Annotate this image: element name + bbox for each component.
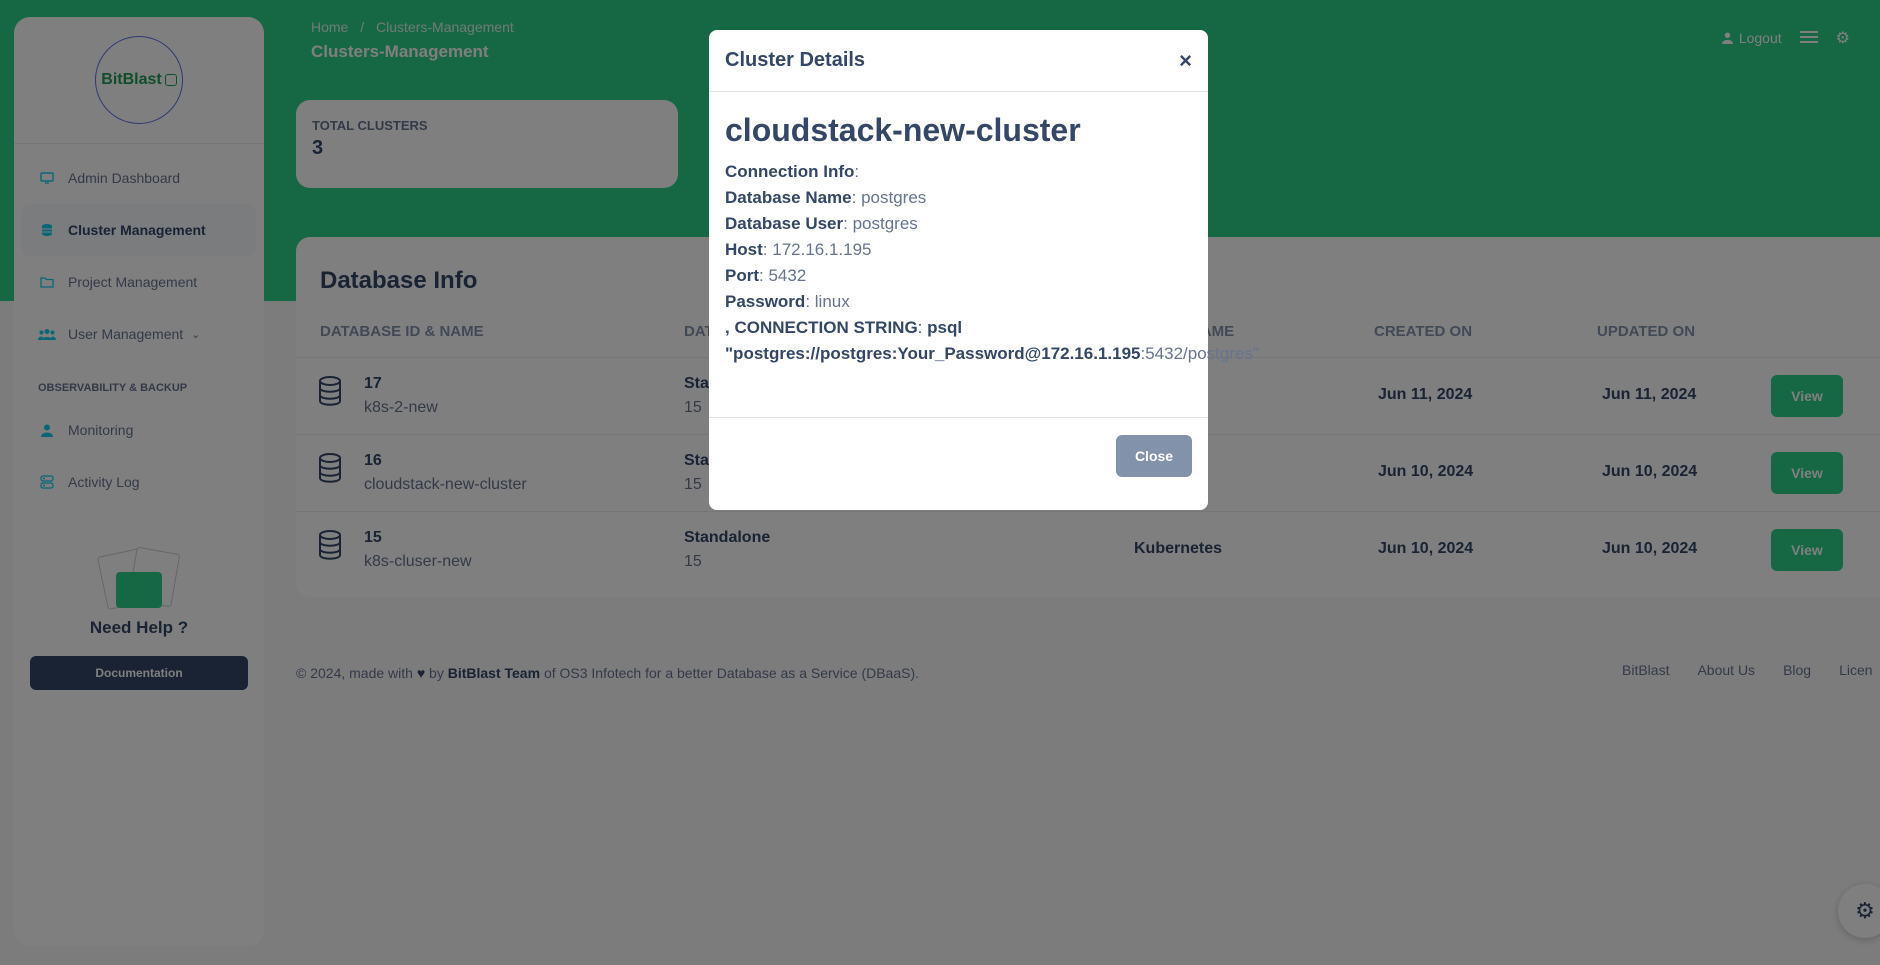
close-button[interactable]: Close	[1116, 435, 1192, 477]
host-label: Host	[725, 240, 763, 259]
db-user-label: Database User	[725, 214, 844, 233]
connection-string-bold: "postgres://postgres:Your_Password@172.1…	[725, 344, 1141, 363]
modal-title: Cluster Details	[725, 49, 866, 71]
close-icon[interactable]: ×	[1179, 48, 1192, 74]
db-name-line: Database Name: postgres	[725, 188, 927, 207]
connection-string-label: , CONNECTION STRING	[725, 318, 918, 337]
host-line: Host: 172.16.1.195	[725, 240, 872, 259]
password-line: Password: linux	[725, 292, 850, 311]
db-user-line: Database User: postgres	[725, 214, 918, 233]
connection-info-label: Connection Info	[725, 162, 855, 181]
port-line: Port: 5432	[725, 266, 807, 285]
cluster-name: cloudstack-new-cluster	[725, 112, 1081, 148]
port-value: 5432	[768, 266, 807, 285]
modal-header: Cluster Details ×	[709, 30, 1208, 92]
connection-info-line: Connection Info:	[725, 162, 860, 181]
password-value: linux	[814, 292, 850, 311]
cluster-details-modal: Cluster Details × cloudstack-new-cluster…	[709, 30, 1259, 510]
modal-footer: Close	[709, 418, 1208, 510]
host-value: 172.16.1.195	[772, 240, 872, 259]
connection-string-value: "postgres://postgres:Your_Password@172.1…	[725, 341, 1259, 367]
connection-string-rest: :5432/postgres"	[1140, 344, 1259, 363]
port-label: Port	[725, 266, 759, 285]
db-name-value: postgres	[861, 188, 927, 207]
connection-string-line: , CONNECTION STRING: psql	[725, 318, 963, 337]
password-label: Password	[725, 292, 806, 311]
db-user-value: postgres	[852, 214, 918, 233]
modal-body: cloudstack-new-cluster Connection Info: …	[709, 92, 1259, 418]
connection-command: psql	[927, 318, 963, 337]
db-name-label: Database Name	[725, 188, 852, 207]
